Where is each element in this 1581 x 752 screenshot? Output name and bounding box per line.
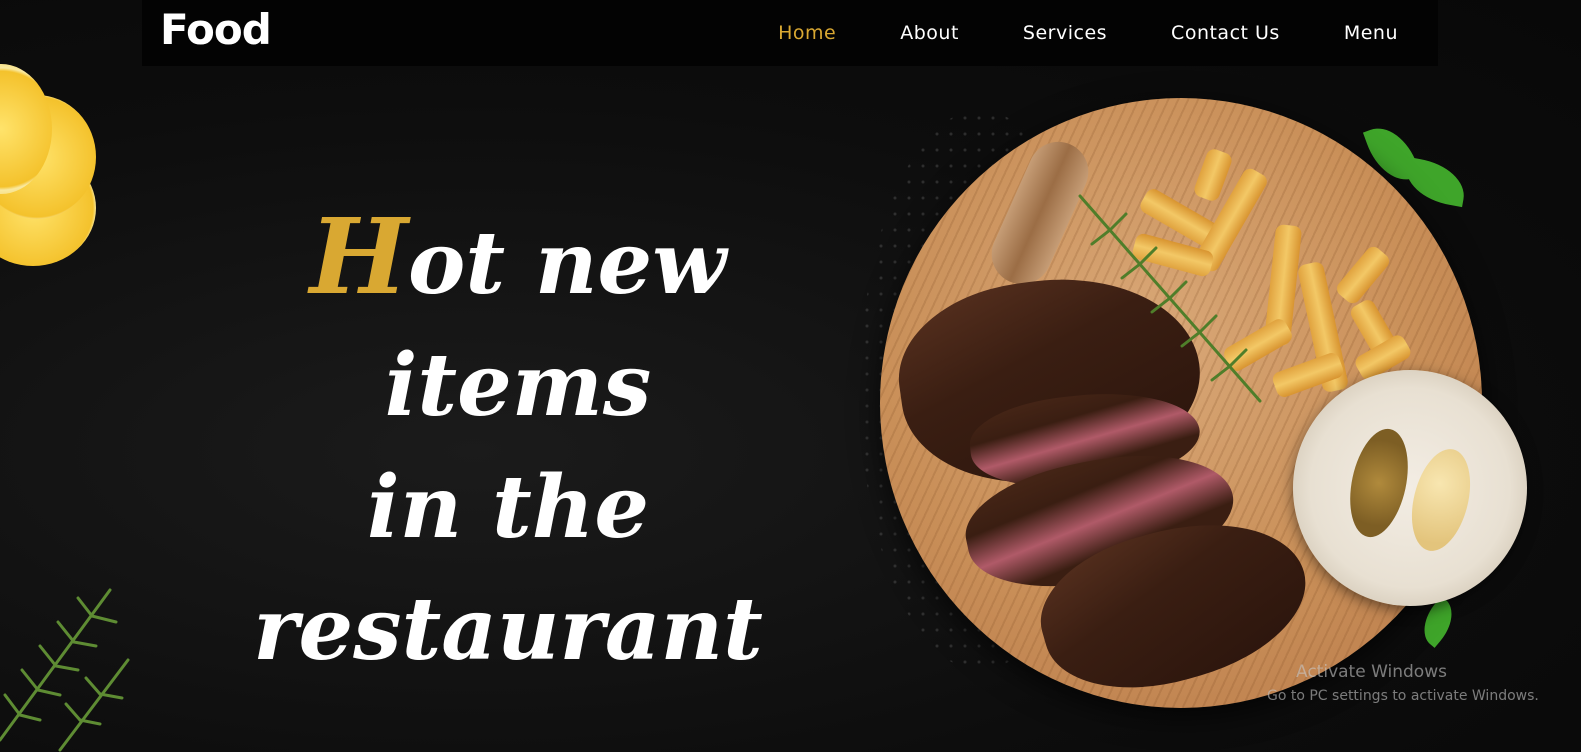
windows-activation-subtitle: Go to PC settings to activate Windows.: [1267, 688, 1539, 704]
nav-link-about[interactable]: About: [900, 22, 959, 44]
headline-line-1: Hot new items: [148, 196, 868, 447]
top-navbar: Food Home About Services Contact Us Menu: [142, 0, 1438, 66]
headline-line-2: in the restaurant: [253, 457, 763, 680]
headline-accent-letter: H: [309, 195, 408, 318]
hero-headline: Hot new items in the restaurant: [148, 196, 868, 691]
brand-logo[interactable]: Food: [160, 2, 272, 58]
nav-link-services[interactable]: Services: [1023, 22, 1107, 44]
rosemary-garnish: [1078, 194, 1262, 403]
nav-link-home[interactable]: Home: [778, 22, 836, 44]
basil-leaf: [1400, 156, 1470, 208]
logo-text: Food: [160, 5, 272, 54]
page: Food Home About Services Contact Us Menu…: [0, 0, 1581, 752]
nav-links: Home About Services Contact Us Menu: [714, 0, 1398, 66]
rosemary-sprig-image: [0, 588, 130, 752]
windows-activation-title: Activate Windows: [1296, 662, 1447, 682]
nav-link-menu[interactable]: Menu: [1344, 22, 1398, 44]
headline-line-1-text: ot new items: [384, 213, 727, 436]
nav-link-contact-us[interactable]: Contact Us: [1171, 22, 1280, 44]
sauce-bowl: [1293, 370, 1527, 606]
